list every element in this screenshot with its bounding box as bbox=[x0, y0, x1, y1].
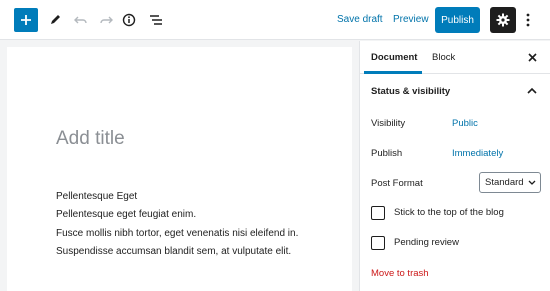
sidebar-tabs: Document Block bbox=[360, 41, 550, 74]
tab-document[interactable]: Document bbox=[371, 52, 417, 64]
redo-button[interactable] bbox=[94, 8, 118, 32]
plus-icon bbox=[20, 14, 32, 26]
settings-button[interactable] bbox=[490, 7, 516, 33]
undo-icon bbox=[74, 14, 88, 26]
publish-button[interactable]: Publish bbox=[435, 7, 480, 33]
settings-sidebar: Document Block Status & visibility Visib… bbox=[359, 41, 550, 291]
tools-button[interactable] bbox=[43, 8, 67, 32]
stick-to-top-option: Stick to the top of the blog bbox=[371, 206, 504, 220]
info-icon bbox=[122, 13, 136, 27]
redo-icon bbox=[99, 14, 113, 26]
pencil-icon bbox=[48, 13, 62, 27]
chevron-up-icon bbox=[527, 87, 537, 94]
move-to-trash-button[interactable]: Move to trash bbox=[371, 268, 429, 280]
more-options-button[interactable] bbox=[522, 9, 534, 31]
paragraph-block[interactable]: Suspendisse accumsan blandit sem, at vul… bbox=[56, 245, 291, 259]
stick-to-top-checkbox[interactable] bbox=[371, 206, 385, 220]
pending-review-label[interactable]: Pending review bbox=[394, 237, 459, 249]
close-sidebar-button[interactable] bbox=[526, 51, 538, 63]
chevron-down-icon bbox=[528, 179, 536, 187]
active-tab-indicator bbox=[364, 71, 422, 74]
visibility-label: Visibility bbox=[371, 118, 406, 129]
add-block-button[interactable] bbox=[14, 8, 38, 32]
editor-toolbar: Save draft Preview Publish bbox=[0, 0, 550, 40]
tab-block[interactable]: Block bbox=[432, 52, 455, 64]
post-title-input[interactable]: Add title bbox=[56, 127, 125, 151]
editor-canvas: Add title Pellentesque Eget Pellentesque… bbox=[7, 47, 352, 291]
save-draft-button[interactable]: Save draft bbox=[337, 13, 383, 27]
undo-button[interactable] bbox=[69, 8, 93, 32]
outline-button[interactable] bbox=[144, 8, 168, 32]
info-button[interactable] bbox=[117, 8, 141, 32]
stick-to-top-label[interactable]: Stick to the top of the blog bbox=[394, 207, 504, 219]
pending-review-option: Pending review bbox=[371, 236, 459, 250]
list-outline-icon bbox=[149, 14, 163, 26]
post-format-value: Standard bbox=[485, 177, 524, 188]
publish-date-toggle[interactable]: Immediately bbox=[452, 148, 503, 160]
post-format-label: Post Format bbox=[371, 178, 423, 189]
close-icon bbox=[527, 52, 537, 62]
paragraph-block[interactable]: Pellentesque eget feugiat enim. bbox=[56, 208, 196, 222]
pending-review-checkbox[interactable] bbox=[371, 236, 385, 250]
post-format-select[interactable]: Standard bbox=[479, 172, 541, 193]
paragraph-block[interactable]: Pellentesque Eget bbox=[56, 190, 137, 204]
preview-button[interactable]: Preview bbox=[393, 13, 429, 27]
collapse-panel-button[interactable] bbox=[526, 84, 538, 96]
more-vertical-icon bbox=[526, 13, 530, 27]
publish-label: Publish bbox=[371, 148, 403, 159]
panel-title[interactable]: Status & visibility bbox=[371, 86, 450, 98]
gear-icon bbox=[496, 13, 510, 27]
visibility-toggle[interactable]: Public bbox=[452, 118, 478, 130]
paragraph-block[interactable]: Fusce mollis nibh tortor, eget venenatis… bbox=[56, 227, 298, 241]
